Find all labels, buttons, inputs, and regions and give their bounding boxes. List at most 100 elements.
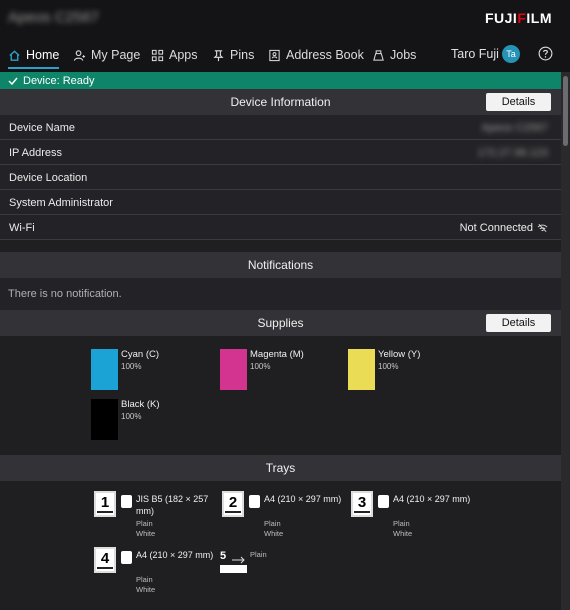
tab-pins[interactable]: Pins [212, 40, 254, 70]
bypass-tray-number: 5 [220, 550, 227, 562]
tab-home-label: Home [26, 48, 60, 62]
bypass-arrow-icon [232, 556, 245, 564]
tray-size: A4 (210 × 297 mm) [393, 494, 471, 504]
toner-swatch [91, 349, 118, 390]
tab-apps-label: Apps [169, 48, 198, 62]
device-status-bar: Device: Ready [0, 72, 561, 89]
tab-pins-label: Pins [230, 48, 255, 62]
device-title: Apeos C2567 [8, 9, 99, 26]
notifications-header: Notifications [0, 252, 561, 278]
tray-5-bypass[interactable]: 5 Plain [220, 550, 300, 580]
tray-paper-color: White [393, 529, 413, 538]
tray-size: JIS B5 (182 × 257 mm) [136, 494, 209, 516]
device-status-text: Device: Ready [23, 74, 95, 87]
tray-number-icon: 2 [222, 491, 244, 517]
trays-title: Trays [265, 461, 296, 475]
info-label: Device Name [9, 122, 76, 134]
info-row-wifi: Wi-Fi Not Connected [0, 215, 561, 240]
tab-jobs-label: Jobs [390, 48, 417, 62]
device-info-title: Device Information [230, 95, 331, 109]
supply-black[interactable]: Black (K) 100% [91, 399, 211, 443]
supply-name: Magenta (M) [250, 349, 304, 360]
tray-paper-color: White [136, 585, 156, 594]
tab-jobs[interactable]: Jobs [372, 40, 416, 70]
main-nav: Home My Page Apps Pins Address Book Jobs… [0, 40, 570, 70]
tray-paper-icon [378, 495, 389, 508]
tray-4[interactable]: 4 A4 (210 × 297 mm) Plain White [94, 547, 224, 597]
user-name[interactable]: Taro Fuji [451, 47, 499, 61]
pin-icon [213, 49, 224, 61]
tray-paper-icon [121, 495, 132, 508]
info-label: System Administrator [9, 197, 113, 209]
info-row-system-administrator: System Administrator [0, 190, 561, 215]
tray-paper-type: Plain [264, 519, 281, 528]
tray-size: A4 (210 × 297 mm) [264, 494, 342, 504]
supplies-body: Cyan (C) 100% Magenta (M) 100% Yellow (Y… [0, 336, 561, 452]
bypass-tray-icon [220, 565, 247, 573]
home-icon [9, 49, 20, 61]
toner-swatch [220, 349, 247, 390]
tab-apps[interactable]: Apps [151, 40, 198, 70]
person-icon [73, 49, 86, 61]
tray-3[interactable]: 3 A4 (210 × 297 mm) Plain White [351, 491, 481, 541]
supplies-details-button[interactable]: Details [486, 314, 551, 332]
tray-paper-icon [249, 495, 260, 508]
tray-number-icon: 4 [94, 547, 116, 573]
tab-my-page-label: My Page [91, 48, 141, 62]
supplies-title: Supplies [257, 316, 304, 330]
apps-grid-icon [151, 49, 164, 61]
supply-level: 100% [250, 362, 271, 371]
tray-paper-type: Plain [136, 575, 153, 584]
tray-paper-type: Plain [250, 550, 267, 559]
tray-paper-type: Plain [393, 519, 410, 528]
top-bar: Apeos C2567 FUJIFILM Home My Page Apps P… [0, 0, 570, 72]
trays-body: 1 JIS B5 (182 × 257 mm) Plain White 2 A4… [0, 481, 561, 610]
tray-paper-color: White [136, 529, 156, 538]
supply-cyan[interactable]: Cyan (C) 100% [91, 349, 211, 393]
info-row-device-location: Device Location [0, 165, 561, 190]
tray-2[interactable]: 2 A4 (210 × 297 mm) Plain White [222, 491, 352, 541]
scrollbar-thumb[interactable] [563, 76, 568, 146]
trays-header: Trays [0, 455, 561, 481]
tab-address-book-label: Address Book [286, 48, 364, 62]
supplies-header: Supplies Details [0, 310, 561, 336]
toner-swatch [91, 399, 118, 440]
info-label: Wi-Fi [9, 222, 35, 234]
supply-yellow[interactable]: Yellow (Y) 100% [348, 349, 468, 393]
info-value: Not Connected [460, 222, 548, 234]
tab-my-page[interactable]: My Page [73, 40, 140, 70]
notifications-empty: There is no notification. [0, 278, 561, 310]
supply-name: Cyan (C) [121, 349, 160, 360]
toner-swatch [348, 349, 375, 390]
info-value: Apeos C2567 [481, 122, 548, 134]
device-info-header: Device Information Details [0, 89, 561, 115]
info-row-ip-address: IP Address 172.27.96.123 [0, 140, 561, 165]
tray-paper-icon [121, 551, 132, 564]
supply-magenta[interactable]: Magenta (M) 100% [220, 349, 340, 393]
tab-home[interactable]: Home [8, 40, 60, 70]
tray-size: A4 (210 × 297 mm) [136, 550, 214, 560]
supply-level: 100% [121, 362, 142, 371]
notifications-title: Notifications [247, 258, 314, 272]
fujifilm-logo: FUJIFILM [484, 10, 552, 26]
help-icon[interactable] [538, 46, 553, 61]
info-value: 172.27.96.123 [477, 147, 548, 159]
tray-paper-type: Plain [136, 519, 153, 528]
jobs-icon [373, 49, 384, 61]
checkmark-icon [8, 77, 18, 85]
tray-number-icon: 1 [94, 491, 116, 517]
supply-level: 100% [121, 412, 142, 421]
wifi-off-icon [537, 224, 548, 232]
scrollbar-track[interactable] [561, 72, 570, 610]
device-details-button[interactable]: Details [486, 93, 551, 111]
tray-number-icon: 3 [351, 491, 373, 517]
avatar[interactable]: Ta [502, 45, 520, 63]
tab-address-book[interactable]: Address Book [268, 40, 364, 70]
info-row-device-name: Device Name Apeos C2567 [0, 115, 561, 140]
supply-name: Yellow (Y) [378, 349, 421, 360]
supply-level: 100% [378, 362, 399, 371]
tray-1[interactable]: 1 JIS B5 (182 × 257 mm) Plain White [94, 491, 224, 541]
supply-name: Black (K) [121, 399, 160, 410]
wifi-status-text: Not Connected [459, 222, 533, 234]
address-book-icon [269, 49, 280, 61]
